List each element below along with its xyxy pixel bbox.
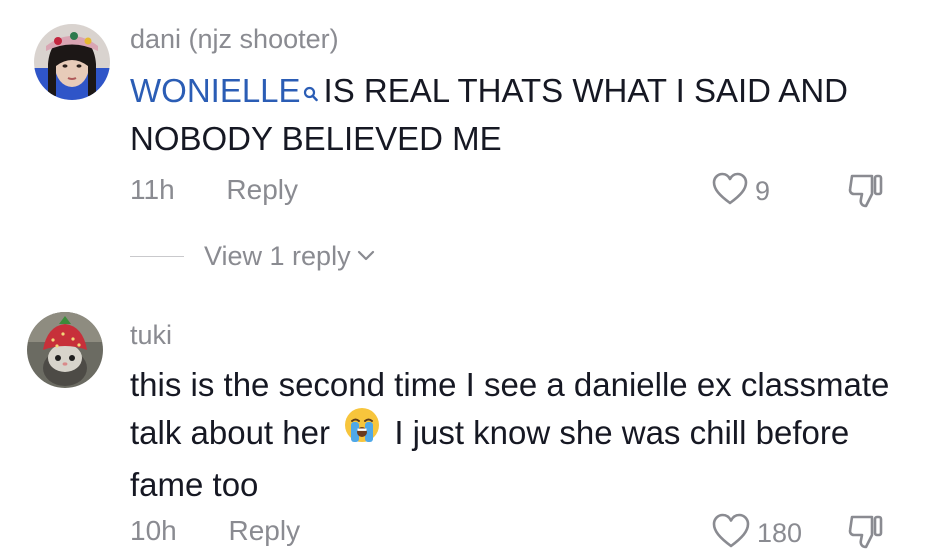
mention-link[interactable]: WONIELLE bbox=[130, 72, 301, 109]
like-count: 9 bbox=[755, 176, 771, 206]
loudly-crying-face-emoji bbox=[343, 406, 381, 457]
comment-item: dani (njz shooter) WONIELLE IS REAL THATS… bbox=[0, 0, 925, 290]
like-count: 180 bbox=[757, 518, 803, 548]
avatar[interactable] bbox=[27, 312, 103, 388]
divider-line bbox=[130, 256, 184, 257]
thumbs-down-icon[interactable] bbox=[846, 513, 886, 556]
comment-text: this is the second time I see a danielle… bbox=[130, 361, 890, 509]
heart-icon[interactable] bbox=[711, 171, 749, 212]
avatar[interactable] bbox=[34, 24, 110, 100]
comment-meta: 10h Reply bbox=[130, 515, 300, 547]
like-button[interactable]: 180 bbox=[711, 512, 802, 555]
comment-meta: 11h Reply bbox=[130, 174, 298, 206]
comment-text: WONIELLE IS REAL THATS WHAT I SAID AND NO… bbox=[130, 67, 890, 163]
comment-timestamp: 10h bbox=[130, 515, 177, 546]
view-replies-label[interactable]: View 1 reply bbox=[204, 241, 351, 272]
chevron-down-icon[interactable] bbox=[357, 248, 375, 266]
reply-button[interactable]: Reply bbox=[226, 174, 298, 206]
heart-icon[interactable] bbox=[711, 512, 751, 555]
comment-timestamp: 11h bbox=[130, 174, 175, 205]
like-button[interactable]: 9 bbox=[711, 171, 770, 212]
comment-username[interactable]: tuki bbox=[130, 320, 172, 351]
reply-button[interactable]: Reply bbox=[229, 515, 301, 547]
comment-item: tuki this is the second time I see a dan… bbox=[0, 300, 925, 553]
comment-username[interactable]: dani (njz shooter) bbox=[130, 24, 339, 55]
search-icon[interactable] bbox=[303, 69, 318, 117]
view-replies-button[interactable]: View 1 reply bbox=[130, 241, 375, 272]
thumbs-down-icon[interactable] bbox=[846, 172, 886, 215]
